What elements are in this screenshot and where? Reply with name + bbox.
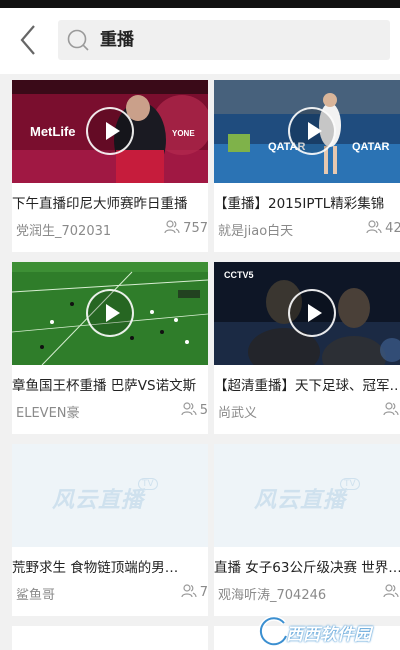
logo-swirl-icon	[258, 615, 289, 647]
person-icon	[383, 584, 399, 598]
chevron-left-icon	[20, 25, 35, 55]
video-card[interactable]: MetLife YONE 下午直播印尼大师赛昨日重播 党润生_702031 75…	[12, 80, 208, 252]
status-bar	[0, 0, 400, 8]
video-author: 尚武义	[218, 406, 258, 421]
placeholder-thumbnail: 风云直播 TV	[214, 444, 400, 547]
viewer-count: 3	[383, 402, 400, 418]
search-input[interactable]: 重播	[58, 20, 390, 60]
viewer-count-value: 5	[199, 403, 208, 418]
person-icon	[164, 220, 180, 234]
search-icon	[67, 29, 89, 51]
viewer-count: 757	[164, 220, 208, 236]
placeholder-thumbnail: 风云直播 TV	[12, 444, 208, 547]
video-author: 党润生_702031	[16, 224, 112, 239]
video-title: 荒野求生 食物链顶端的男…	[12, 560, 179, 576]
video-card[interactable]: 风云直播 TV 直播 女子63公斤级决赛 世界… 观海听涛_704246 1	[214, 444, 400, 616]
video-card[interactable]	[12, 626, 208, 650]
watermark-text: 西西软件园	[286, 625, 371, 645]
thumb-banner-text: CCTV5	[224, 270, 254, 280]
viewer-count: 5	[181, 402, 208, 418]
video-title: 【重播】2015IPTL精彩集锦	[214, 196, 385, 212]
viewer-count-value: 429	[385, 221, 400, 236]
video-title: 直播 女子63公斤级决赛 世界…	[214, 560, 400, 576]
thumb-banner-text: QATAR	[352, 141, 390, 153]
person-icon	[181, 402, 197, 416]
viewer-count: 1	[383, 584, 400, 600]
video-card[interactable]: QATAR QATAR 【重播】2015IPTL精彩集锦 就是jiao白天 42…	[214, 80, 400, 252]
video-grid: MetLife YONE 下午直播印尼大师赛昨日重播 党润生_702031 75…	[0, 74, 400, 650]
video-thumbnail: MetLife YONE	[12, 80, 208, 183]
viewer-count-value: 7	[199, 585, 208, 600]
play-icon	[86, 289, 134, 337]
video-thumbnail: QATAR QATAR	[214, 80, 400, 183]
top-bar: 重播	[0, 8, 400, 74]
viewer-count: 7	[181, 584, 208, 600]
person-icon	[383, 402, 399, 416]
thumb-banner-text: YONE	[172, 129, 195, 138]
video-author: 观海听涛_704246	[218, 588, 327, 603]
brand-logo: 风云直播	[52, 488, 145, 513]
back-button[interactable]	[10, 20, 48, 60]
play-icon	[288, 107, 336, 155]
video-title: 章鱼国王杯重播 巴萨VS诺文斯	[12, 378, 197, 394]
search-query: 重播	[100, 30, 134, 50]
video-title: 下午直播印尼大师赛昨日重播	[12, 196, 188, 212]
play-icon	[288, 289, 336, 337]
video-title: 【超清重播】天下足球、冠军…	[214, 378, 400, 394]
brand-logo: 风云直播	[254, 488, 347, 513]
video-card[interactable]: 章鱼国王杯重播 巴萨VS诺文斯 ELEVEN豪 5	[12, 262, 208, 434]
video-author: 鲨鱼哥	[16, 588, 56, 603]
viewer-count-value: 757	[183, 221, 208, 236]
thumb-banner-text: MetLife	[30, 124, 76, 139]
brand-badge: TV	[340, 478, 360, 490]
person-icon	[366, 220, 382, 234]
video-card[interactable]: CCTV5 【超清重播】天下足球、冠军… 尚武义 3	[214, 262, 400, 434]
brand-badge: TV	[138, 478, 158, 490]
video-thumbnail	[12, 262, 208, 365]
video-thumbnail: CCTV5	[214, 262, 400, 365]
play-icon	[86, 107, 134, 155]
video-author: ELEVEN豪	[16, 406, 80, 421]
video-author: 就是jiao白天	[218, 224, 294, 239]
video-card[interactable]: 风云直播 TV 荒野求生 食物链顶端的男… 鲨鱼哥 7	[12, 444, 208, 616]
viewer-count: 429	[366, 220, 400, 236]
person-icon	[181, 584, 197, 598]
site-watermark: 西西软件园	[256, 614, 400, 648]
